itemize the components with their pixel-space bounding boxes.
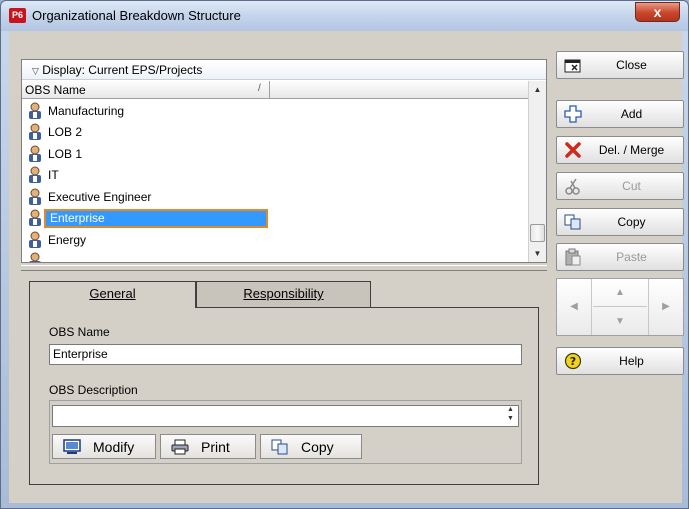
copy-description-label: Copy: [301, 438, 334, 455]
close-button[interactable]: Close: [556, 51, 684, 79]
window-title: Organizational Breakdown Structure: [32, 8, 241, 23]
title-bar[interactable]: P6 Organizational Breakdown Structure x: [1, 1, 688, 31]
list-item-label-wrap: Manufacturing: [44, 101, 268, 120]
display-filter-text: Display: Current EPS/Projects: [42, 63, 203, 77]
delete-merge-button[interactable]: Del. / Merge: [556, 136, 684, 164]
person-icon: [29, 209, 41, 227]
list-item-label-wrap: IT: [44, 166, 268, 185]
list-item-label-wrap: LOB 1: [44, 144, 268, 163]
modify-button[interactable]: Modify: [52, 434, 156, 459]
cut-button-label: Cut: [622, 179, 641, 193]
list-item-label: LOB 2: [48, 125, 83, 139]
add-plus-icon: [562, 104, 584, 124]
add-button-label: Add: [620, 107, 643, 121]
navigation-arrow-pad: ◀ ▲ ▼ ▶: [556, 278, 684, 336]
person-icon: [29, 252, 41, 262]
list-item[interactable]: Executive Engineer: [22, 186, 528, 208]
selected-item-highlight: Enterprise: [44, 208, 268, 228]
list-item-label: IT: [48, 168, 59, 182]
person-icon: [29, 231, 41, 248]
scissors-icon: [562, 176, 584, 196]
copy-button[interactable]: Copy: [556, 208, 684, 236]
copy-button-label: Copy: [617, 215, 646, 229]
delete-merge-label: Del. / Merge: [598, 143, 665, 157]
general-tab-panel: OBS Name Enterprise OBS Description ▲ ▼ …: [29, 307, 539, 485]
delete-x-icon: [562, 140, 584, 160]
svg-text:?: ?: [570, 355, 576, 368]
sort-indicator: /: [258, 83, 261, 94]
display-filter-label: ▽ Display: Current EPS/Projects: [32, 63, 202, 77]
list-item-label-wrap: LOB 2: [44, 123, 268, 142]
print-button-label: Print: [201, 438, 230, 455]
obs-list-panel: ▽ Display: Current EPS/Projects OBS Name…: [21, 59, 547, 263]
arrow-down-icon[interactable]: ▼: [593, 308, 647, 335]
monitor-edit-icon: [63, 438, 81, 454]
help-button-label: Help: [619, 354, 644, 368]
help-button[interactable]: ? Help: [556, 347, 684, 375]
spin-up-icon[interactable]: ▲: [503, 405, 518, 414]
close-window-icon: [562, 55, 584, 75]
tab-general[interactable]: General: [29, 281, 196, 308]
list-item-label-wrap: Energy: [44, 230, 268, 249]
list-item-partial[interactable]: [22, 251, 528, 262]
scroll-down-arrow-icon[interactable]: ▼: [529, 245, 546, 262]
display-filter-bar[interactable]: ▽ Display: Current EPS/Projects: [22, 60, 546, 80]
paste-button[interactable]: Paste: [556, 243, 684, 271]
obs-column-header-row: OBS Name /: [22, 81, 528, 99]
clipboard-paste-icon: [562, 247, 584, 267]
list-item-label: Executive Engineer: [48, 189, 152, 204]
obs-name-header-text: OBS Name: [25, 83, 86, 97]
list-item-label: LOB 1: [48, 146, 83, 161]
close-button-label: Close: [616, 58, 647, 72]
copy-description-button[interactable]: Copy: [260, 434, 362, 459]
obs-name-field[interactable]: Enterprise: [49, 344, 522, 365]
list-item-label: Manufacturing: [48, 103, 125, 118]
person-icon: [29, 145, 41, 162]
person-icon: [29, 188, 41, 205]
obs-list: Manufacturing LOB 2 LOB 1 IT Executive E…: [22, 100, 528, 262]
obs-description-label: OBS Description: [49, 383, 138, 397]
list-item[interactable]: Manufacturing: [22, 100, 528, 122]
arrow-up-icon[interactable]: ▲: [593, 279, 647, 307]
modify-button-label: Modify: [93, 438, 135, 455]
obs-description-field[interactable]: [52, 405, 519, 427]
copy-icon: [562, 212, 584, 232]
paste-button-label: Paste: [616, 250, 647, 264]
person-icon: [29, 102, 41, 119]
list-item-label: Enterprise: [50, 211, 105, 225]
arrow-right-icon[interactable]: ▶: [648, 279, 683, 335]
chevron-down-icon: ▽: [32, 66, 39, 76]
tab-responsibility[interactable]: Responsibility: [196, 281, 371, 307]
scroll-up-arrow-icon[interactable]: ▲: [529, 81, 546, 98]
add-button[interactable]: Add: [556, 100, 684, 128]
help-question-icon: ?: [562, 351, 584, 371]
scroll-thumb[interactable]: [530, 224, 545, 242]
list-item[interactable]: LOB 1: [22, 143, 528, 165]
copy-icon: [271, 439, 288, 454]
tab-general-label: General: [89, 286, 136, 301]
list-item-selected[interactable]: Enterprise: [22, 208, 528, 230]
list-item[interactable]: IT: [22, 165, 528, 187]
p6-app-icon: P6: [9, 8, 26, 23]
list-vertical-scrollbar[interactable]: ▲ ▼: [528, 81, 546, 262]
obs-name-column-header[interactable]: OBS Name /: [22, 81, 270, 99]
pane-splitter[interactable]: [21, 265, 547, 271]
person-icon: [29, 123, 41, 141]
spin-down-icon[interactable]: ▼: [503, 414, 518, 423]
tab-responsibility-label: Responsibility: [243, 286, 324, 301]
list-item[interactable]: LOB 2: [22, 122, 528, 144]
window-close-button[interactable]: x: [635, 2, 680, 22]
printer-icon: [171, 439, 189, 454]
list-item-label: Energy: [48, 232, 87, 247]
obs-window: P6 Organizational Breakdown Structure x …: [0, 0, 689, 509]
description-spinner[interactable]: ▲ ▼: [503, 405, 518, 424]
person-icon: [29, 166, 41, 184]
arrow-left-icon[interactable]: ◀: [557, 279, 592, 335]
list-item-label-wrap: Executive Engineer: [44, 187, 268, 206]
obs-description-group: ▲ ▼ Modify Print Copy: [49, 400, 522, 464]
cut-button[interactable]: Cut: [556, 172, 684, 200]
print-button[interactable]: Print: [160, 434, 256, 459]
list-item[interactable]: Energy: [22, 229, 528, 251]
obs-name-label: OBS Name: [49, 325, 110, 339]
